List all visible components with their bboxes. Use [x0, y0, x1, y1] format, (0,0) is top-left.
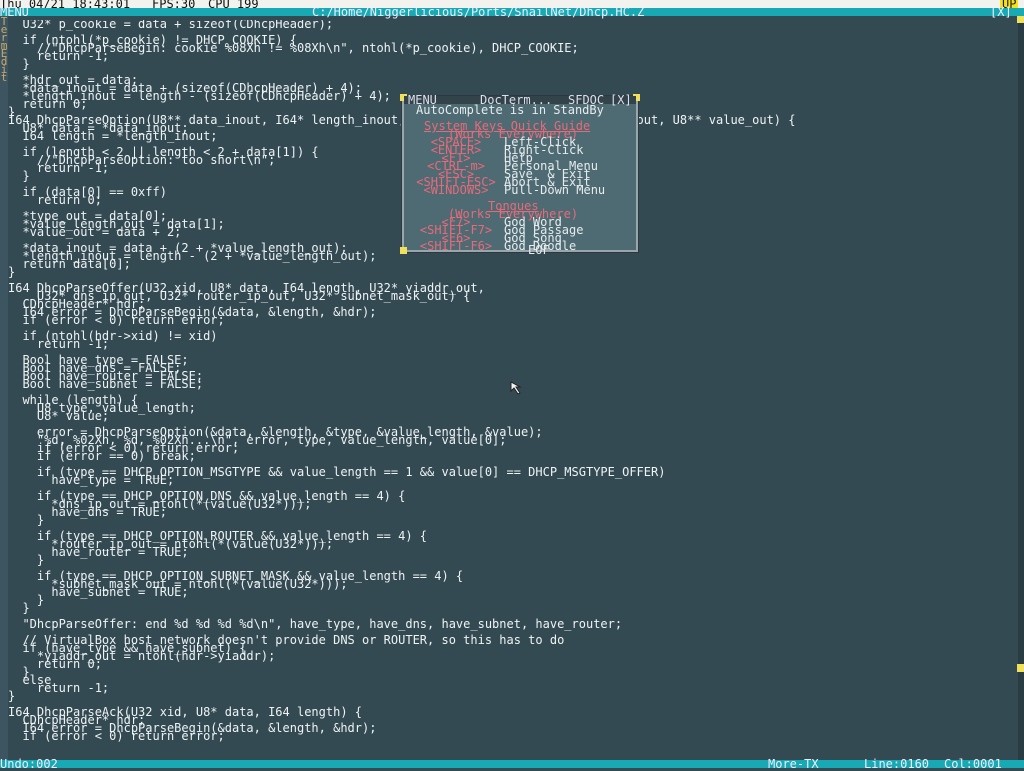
column-indicator: Col:0001: [944, 757, 1002, 771]
status-bar: Undo:002 More-TX Line:0160 Col:0001: [0, 757, 1024, 771]
code-line[interactable]: }: [8, 602, 1018, 614]
scrollbar-thumb[interactable]: [1017, 664, 1024, 672]
code-line[interactable]: else: [8, 674, 1018, 686]
code-line[interactable]: have_subnet = TRUE;: [8, 586, 1018, 598]
code-line[interactable]: if (error < 0) return error;: [8, 730, 1018, 742]
popup-close-button[interactable]: [X]: [610, 94, 632, 106]
cpu-readout: CPU 199: [208, 0, 259, 11]
mode-indicator: More-TX: [768, 757, 819, 771]
key-action: Pull-Down Menu: [504, 183, 606, 197]
code-line[interactable]: }: [8, 690, 1018, 702]
code-line[interactable]: if (error < 0) return error;: [8, 314, 1018, 326]
code-line[interactable]: }: [8, 666, 1018, 678]
code-line[interactable]: return -1;: [8, 682, 1018, 694]
code-line[interactable]: if (error == 0) break;: [8, 450, 1018, 462]
window-title-bar[interactable]: MENU C:/Home/Niggerlicious/Ports/SnailNe…: [0, 5, 1024, 19]
code-line[interactable]: *length_inout = length - (2 + *value_len…: [8, 250, 1018, 262]
code-line[interactable]: }: [8, 58, 1018, 70]
vertical-scrollbar[interactable]: [1018, 16, 1024, 760]
code-line[interactable]: *yiaddr_out = ntohl(hdr->yiaddr);: [8, 650, 1018, 662]
mouse-pointer-icon: [510, 381, 522, 395]
key-label: <WINDOWS>: [423, 183, 489, 197]
eof-marker: EOF: [528, 243, 550, 257]
window-close-button[interactable]: [X]: [990, 6, 1012, 18]
window-title-path: C:/Home/Niggerlicious/Ports/SnailNet/Dhc…: [312, 5, 645, 19]
code-line[interactable]: have_dns = TRUE;: [8, 506, 1018, 518]
code-line[interactable]: //"DhcpParseBegin: cookie %08Xh != %08Xh…: [8, 42, 1018, 54]
scroll-up-button[interactable]: [1017, 16, 1024, 23]
key-label: <SHIFT-F6>: [419, 239, 493, 253]
code-line[interactable]: have_router = TRUE;: [8, 546, 1018, 558]
code-line[interactable]: [8, 68, 1018, 76]
left-strip-label: T e r m E d i t: [0, 15, 8, 84]
code-line[interactable]: U32* p_cookie = data + sizeof(CDhcpHeade…: [8, 20, 1018, 30]
code-line[interactable]: "DhcpParseOffer: end %d %d %d %d\n", hav…: [8, 618, 1018, 630]
standby-text: AutoComplete is in StandBy: [416, 103, 604, 117]
fps-readout: FPS:30: [152, 0, 196, 11]
doc-term-popup[interactable]: MENU DocTerm... SFDOC [X] AutoComplete i…: [400, 94, 640, 256]
left-side-strip: T e r m E d i t: [0, 16, 8, 760]
undo-counter: Undo:002: [0, 757, 58, 771]
code-line[interactable]: I64 DhcpParseAck(U32 xid, U8* data, I64 …: [8, 706, 1018, 718]
code-line[interactable]: U8 type, value_length;: [8, 402, 1018, 414]
code-line[interactable]: U32* dns_ip_out, U32* router_ip_out, U32…: [8, 290, 1018, 302]
system-key-row[interactable]: <WINDOWS> Pull-Down Menu: [408, 183, 634, 197]
line-indicator: Line:0160: [864, 757, 930, 771]
code-line[interactable]: if (ntohl(hdr->xid) != xid): [8, 330, 1018, 342]
popup-resize-corner[interactable]: [400, 247, 407, 254]
code-line[interactable]: }: [8, 266, 1018, 278]
